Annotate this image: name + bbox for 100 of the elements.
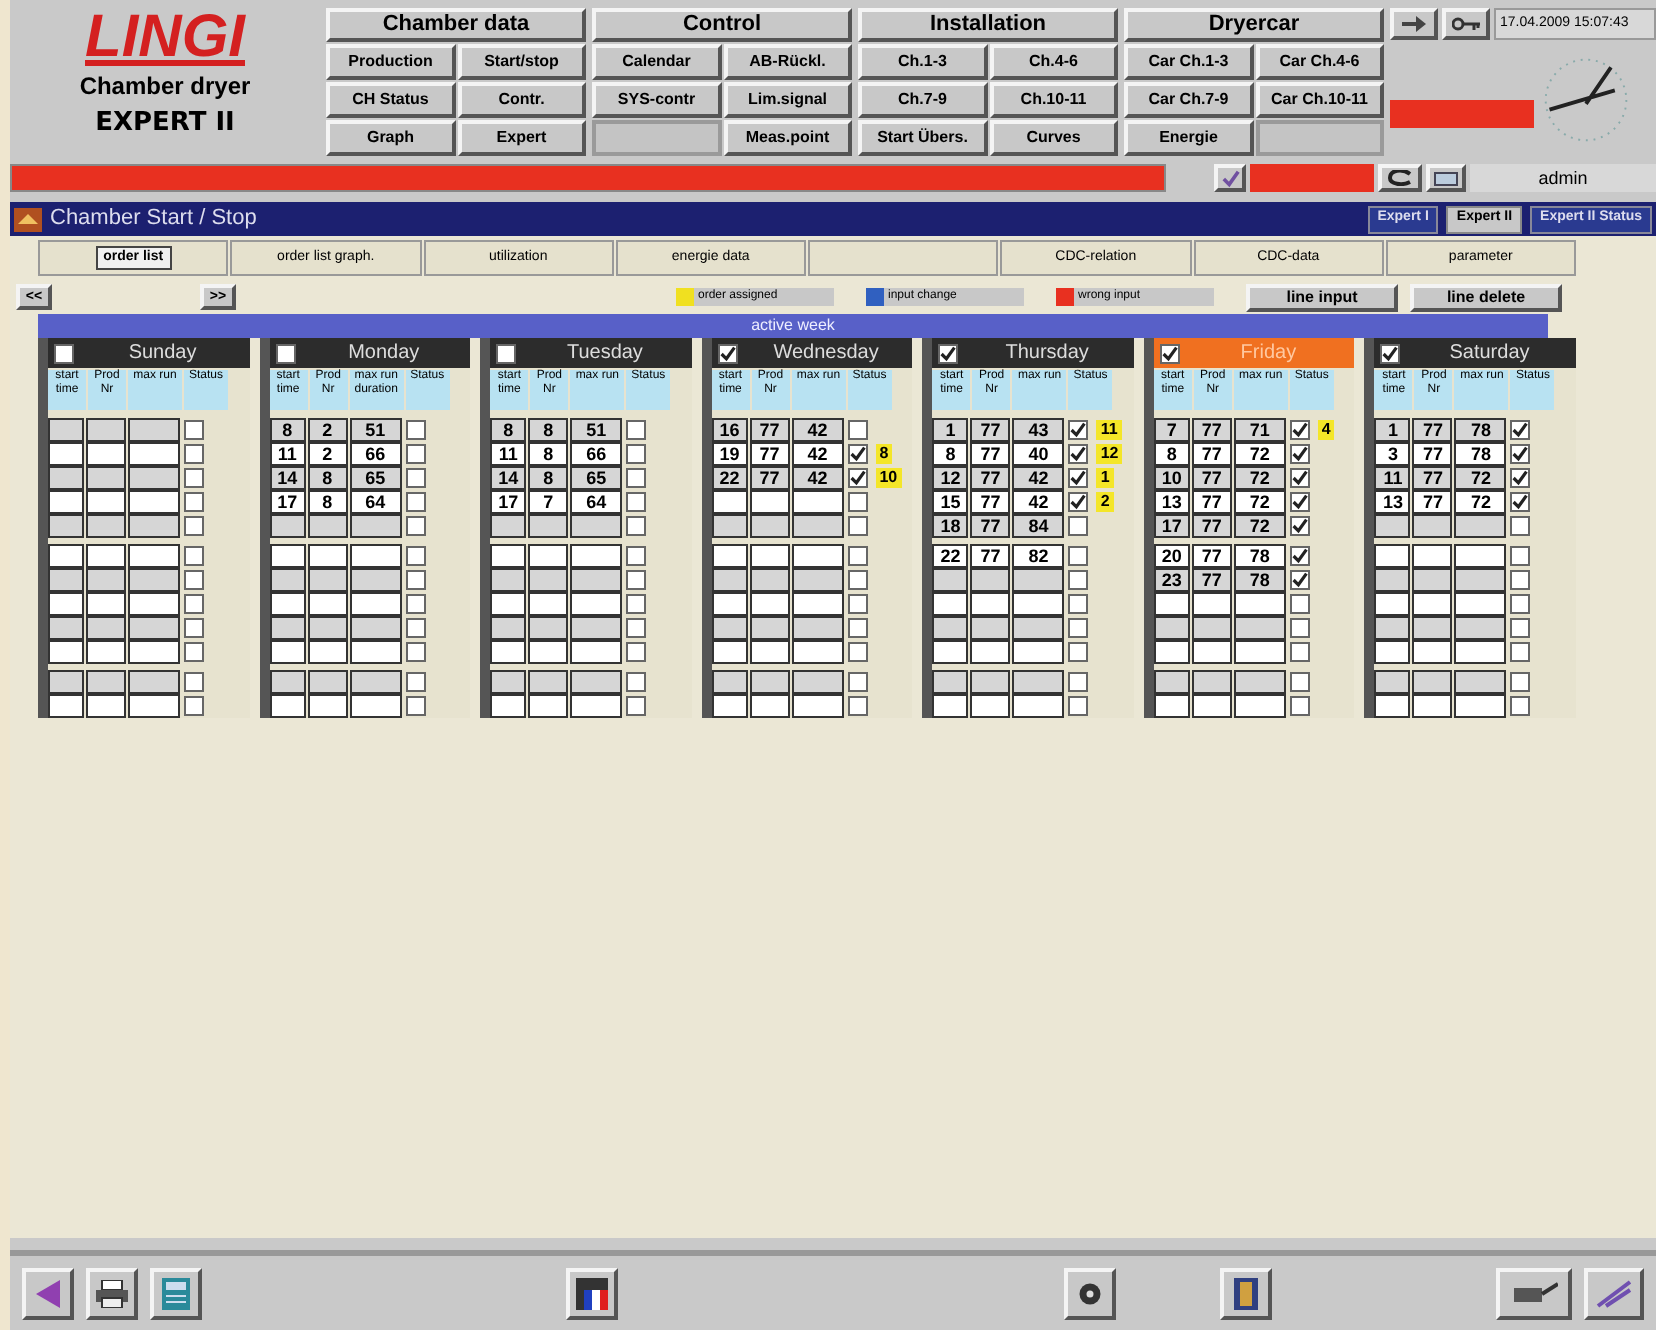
table-cell[interactable]: 22 xyxy=(711,466,748,490)
table-cell[interactable] xyxy=(1412,592,1453,616)
table-cell[interactable] xyxy=(128,670,180,694)
table-cell[interactable] xyxy=(128,640,180,664)
table-cell[interactable] xyxy=(349,694,402,718)
checkbox[interactable] xyxy=(626,492,647,512)
table-cell[interactable]: 77 xyxy=(970,544,1011,568)
table-cell[interactable] xyxy=(791,616,844,640)
tool-button[interactable] xyxy=(1496,1267,1572,1319)
table-cell[interactable]: 77 xyxy=(1412,490,1453,514)
table-cell[interactable] xyxy=(711,670,748,694)
table-cell[interactable] xyxy=(970,592,1011,616)
table-cell[interactable]: 1 xyxy=(1374,418,1411,442)
menu-button[interactable]: Ch.7-9 xyxy=(858,82,987,118)
table-cell[interactable] xyxy=(570,568,623,592)
checkbox[interactable] xyxy=(184,468,204,488)
table-cell[interactable] xyxy=(749,694,790,718)
table-cell[interactable]: 42 xyxy=(1012,490,1065,514)
table-cell[interactable]: 77 xyxy=(1191,442,1232,466)
table-cell[interactable] xyxy=(1191,640,1232,664)
table-cell[interactable] xyxy=(1374,670,1411,694)
table-cell[interactable]: 2 xyxy=(307,418,348,442)
table-cell[interactable]: 71 xyxy=(1233,418,1286,442)
table-cell[interactable]: 77 xyxy=(1191,544,1232,568)
table-cell[interactable] xyxy=(128,466,180,490)
table-cell[interactable]: 8 xyxy=(307,490,348,514)
table-cell[interactable] xyxy=(269,694,306,718)
table-cell[interactable] xyxy=(1412,640,1453,664)
checkbox[interactable] xyxy=(847,570,868,590)
menu-button[interactable]: AB-Rückl. xyxy=(723,44,852,80)
checkbox[interactable] xyxy=(1289,696,1310,716)
table-cell[interactable] xyxy=(791,490,844,514)
table-cell[interactable]: 77 xyxy=(1191,568,1232,592)
checkbox[interactable] xyxy=(938,343,959,363)
checkbox[interactable] xyxy=(1289,570,1310,590)
table-cell[interactable] xyxy=(570,592,623,616)
table-cell[interactable] xyxy=(48,442,84,466)
settings-button[interactable] xyxy=(1064,1267,1116,1319)
table-cell[interactable]: 77 xyxy=(1191,490,1232,514)
table-cell[interactable]: 72 xyxy=(1233,466,1286,490)
checkbox[interactable] xyxy=(184,516,204,536)
menu-button[interactable]: Car Ch.7-9 xyxy=(1124,82,1253,118)
checkbox[interactable] xyxy=(1510,546,1531,566)
table-cell[interactable]: 65 xyxy=(570,466,623,490)
table-cell[interactable] xyxy=(970,640,1011,664)
checkbox[interactable] xyxy=(405,570,426,590)
checkbox[interactable] xyxy=(847,618,868,638)
table-cell[interactable] xyxy=(490,694,527,718)
table-cell[interactable] xyxy=(1233,640,1286,664)
checkbox[interactable] xyxy=(1068,672,1089,692)
menu-button[interactable]: Ch.10-11 xyxy=(989,82,1118,118)
table-cell[interactable] xyxy=(1191,616,1232,640)
table-cell[interactable]: 78 xyxy=(1233,568,1286,592)
table-cell[interactable] xyxy=(490,544,527,568)
checkbox[interactable] xyxy=(405,642,426,662)
table-cell[interactable]: 11 xyxy=(490,442,527,466)
rotate-button[interactable] xyxy=(1378,164,1422,192)
table-cell[interactable]: 12 xyxy=(932,466,969,490)
table-cell[interactable] xyxy=(269,616,306,640)
table-cell[interactable] xyxy=(1233,670,1286,694)
checkbox[interactable] xyxy=(626,696,647,716)
table-cell[interactable] xyxy=(1412,616,1453,640)
table-cell[interactable]: 13 xyxy=(1374,490,1411,514)
checkbox[interactable] xyxy=(1068,594,1089,614)
table-cell[interactable]: 8 xyxy=(269,418,306,442)
table-cell[interactable] xyxy=(269,514,306,538)
checkbox[interactable] xyxy=(1380,343,1401,363)
table-cell[interactable]: 23 xyxy=(1153,568,1190,592)
table-cell[interactable]: 17 xyxy=(1153,514,1190,538)
checkbox[interactable] xyxy=(847,642,868,662)
table-cell[interactable]: 72 xyxy=(1233,442,1286,466)
checkbox[interactable] xyxy=(1289,468,1310,488)
checkbox[interactable] xyxy=(405,420,426,440)
arrow-button[interactable] xyxy=(1390,8,1438,40)
table-cell[interactable] xyxy=(1454,694,1507,718)
table-cell[interactable] xyxy=(128,694,180,718)
table-cell[interactable] xyxy=(528,568,569,592)
table-cell[interactable] xyxy=(490,568,527,592)
table-cell[interactable] xyxy=(1153,616,1190,640)
table-cell[interactable] xyxy=(48,670,84,694)
table-cell[interactable]: 66 xyxy=(349,442,402,466)
checkbox[interactable] xyxy=(184,492,204,512)
table-cell[interactable] xyxy=(1191,694,1232,718)
table-cell[interactable]: 84 xyxy=(1012,514,1065,538)
table-cell[interactable] xyxy=(528,640,569,664)
table-cell[interactable]: 77 xyxy=(749,442,790,466)
menu-button[interactable]: Expert xyxy=(457,120,586,156)
table-cell[interactable] xyxy=(711,568,748,592)
table-cell[interactable] xyxy=(1191,670,1232,694)
table-cell[interactable]: 77 xyxy=(970,514,1011,538)
menu-button[interactable]: Curves xyxy=(989,120,1118,156)
table-cell[interactable] xyxy=(48,616,84,640)
table-cell[interactable]: 78 xyxy=(1454,418,1507,442)
table-cell[interactable] xyxy=(1412,544,1453,568)
table-cell[interactable] xyxy=(791,514,844,538)
table-cell[interactable] xyxy=(749,670,790,694)
table-cell[interactable]: 51 xyxy=(349,418,402,442)
table-cell[interactable] xyxy=(1374,592,1411,616)
table-cell[interactable] xyxy=(490,670,527,694)
table-cell[interactable] xyxy=(749,514,790,538)
